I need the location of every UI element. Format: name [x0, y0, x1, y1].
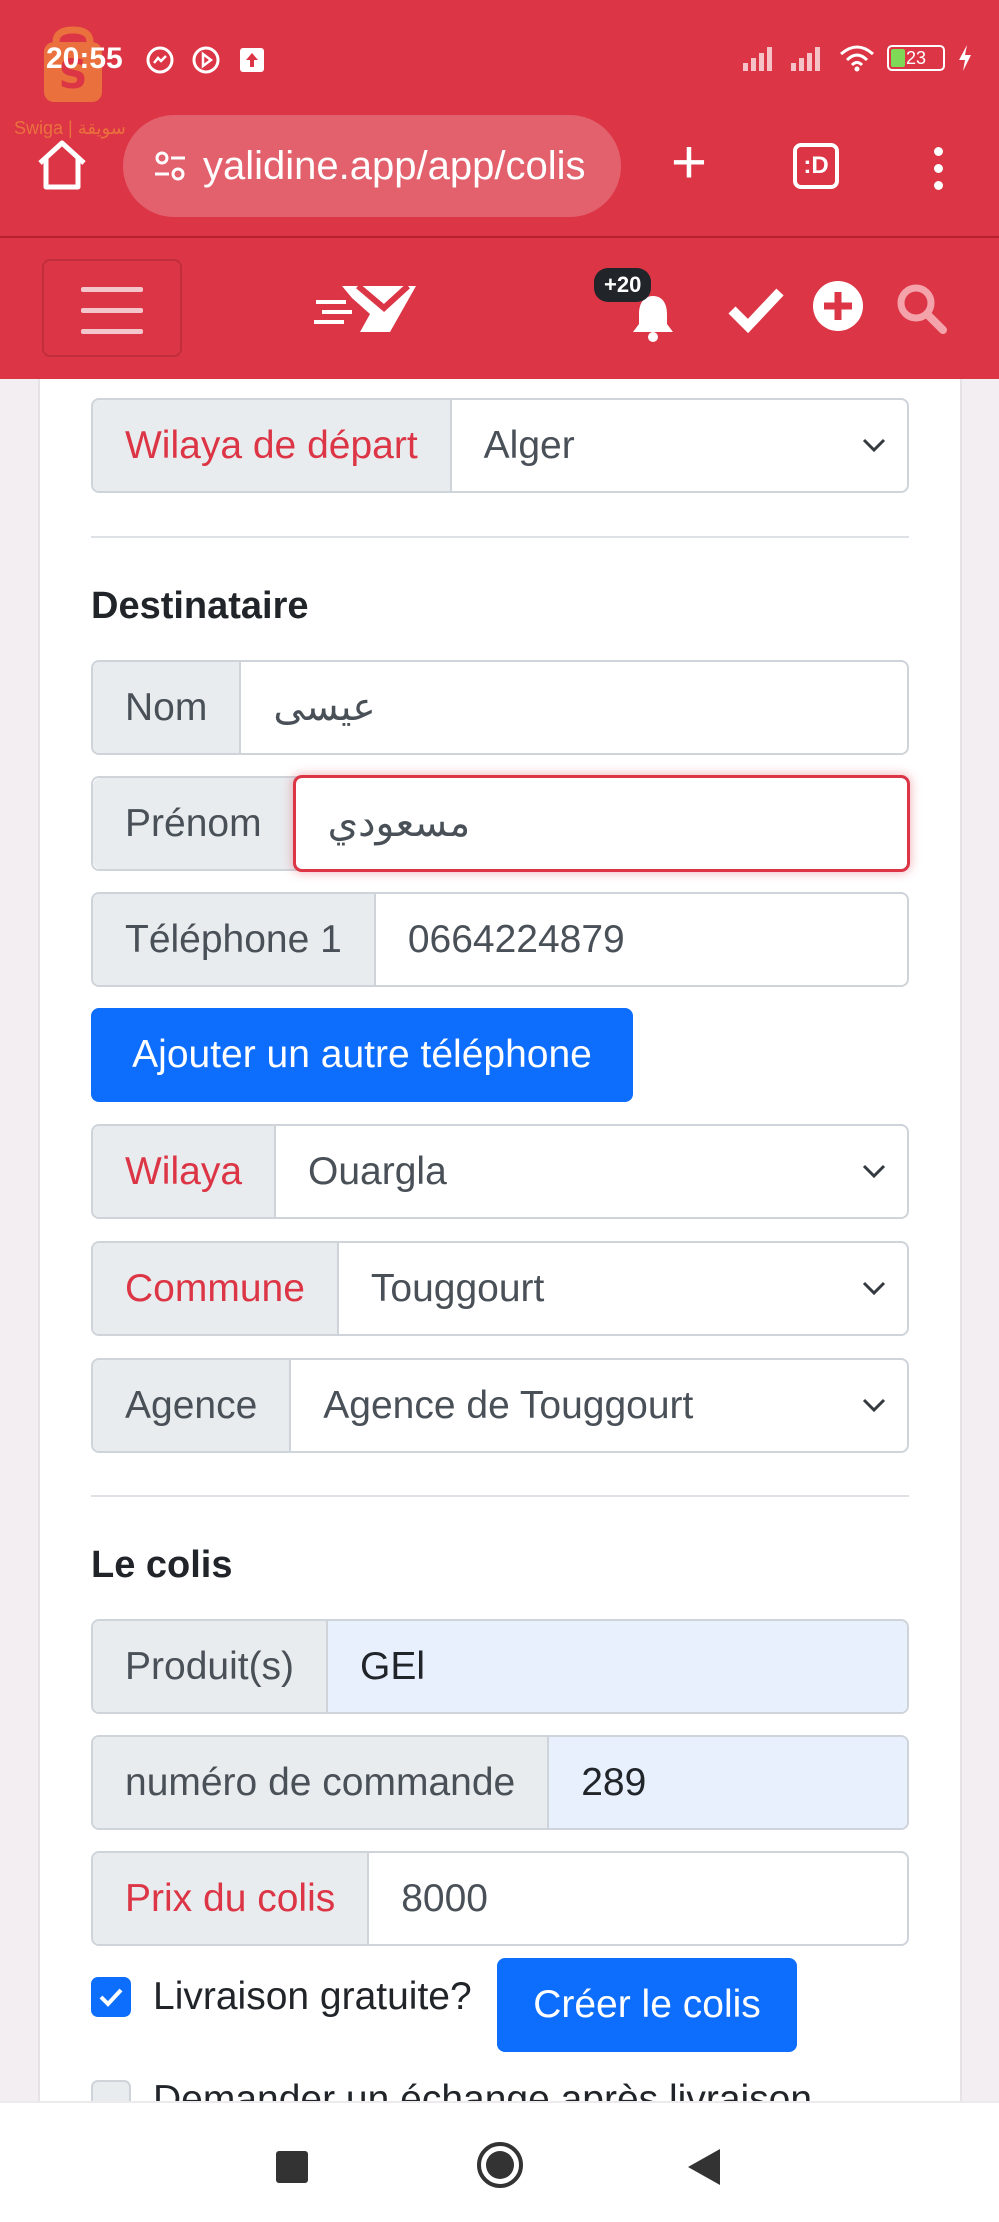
create-colis-button[interactable]: Créer le colis: [497, 1958, 797, 2052]
address-bar[interactable]: yalidine.app/app/colis: [123, 115, 621, 217]
chevron-down-icon: [862, 438, 886, 453]
check-icon[interactable]: [728, 286, 784, 334]
commune-value: Touggourt: [370, 1266, 545, 1310]
agence-group: Agence Agence de Touggourt: [91, 1358, 909, 1453]
home-icon[interactable]: [34, 137, 90, 193]
messenger-icon: [146, 46, 174, 74]
charging-icon: [959, 45, 971, 71]
commune-group: Commune Touggourt: [91, 1241, 909, 1336]
commune-select[interactable]: Touggourt: [339, 1243, 907, 1334]
media-icon: [192, 46, 220, 74]
add-phone-button[interactable]: Ajouter un autre téléphone: [91, 1008, 633, 1102]
agence-value: Agence de Touggourt: [323, 1383, 694, 1427]
more-menu-icon[interactable]: [918, 143, 958, 193]
wilaya-label: Wilaya: [93, 1126, 277, 1217]
prenom-group: Prénom مسعودي: [91, 775, 911, 872]
wilaya-depart-label: Wilaya de départ: [93, 400, 452, 491]
livraison-gratuite-checkbox[interactable]: [91, 1977, 131, 2017]
browser-chrome: S Swiga | سويقة 20:55 23 yalidine.app/ap…: [0, 0, 999, 238]
recents-icon[interactable]: [276, 2151, 308, 2183]
commande-input[interactable]: 289: [549, 1737, 907, 1828]
prix-input[interactable]: 8000: [369, 1853, 907, 1944]
prix-label: Prix du colis: [93, 1853, 370, 1944]
agence-label: Agence: [93, 1360, 292, 1451]
chevron-down-icon: [862, 1281, 886, 1296]
wifi-icon: [840, 45, 874, 72]
battery-level: 23: [905, 48, 927, 68]
divider: [91, 1495, 909, 1497]
home-circle-icon[interactable]: [476, 2141, 524, 2189]
status-time: 20:55: [46, 42, 123, 75]
commande-label: numéro de commande: [93, 1737, 550, 1828]
upload-icon: [240, 48, 264, 72]
livraison-gratuite-label[interactable]: Livraison gratuite?: [153, 1975, 472, 2019]
add-circle-icon[interactable]: [812, 280, 864, 332]
chevron-down-icon: [862, 1164, 886, 1179]
produits-group: Produit(s) GEl: [91, 1619, 909, 1714]
telephone-group: Téléphone 1 0664224879: [91, 892, 909, 987]
battery-icon: 23: [887, 45, 945, 71]
nom-input[interactable]: عيسى: [241, 662, 907, 753]
destinataire-heading: Destinataire: [91, 585, 309, 627]
commande-group: numéro de commande 289: [91, 1735, 909, 1830]
notifications-button[interactable]: +20: [594, 268, 684, 348]
wilaya-depart-group: Wilaya de départ Alger: [91, 398, 909, 493]
colis-heading: Le colis: [91, 1544, 233, 1586]
wilaya-select[interactable]: Ouargla: [276, 1126, 907, 1217]
wilaya-value: Ouargla: [308, 1149, 447, 1193]
menu-toggle-button[interactable]: [42, 259, 182, 357]
browser-toolbar: yalidine.app/app/colis + :D: [0, 115, 999, 220]
notification-count-badge: +20: [594, 268, 652, 302]
nom-group: Nom عيسى: [91, 660, 909, 755]
wilaya-group: Wilaya Ouargla: [91, 1124, 909, 1219]
livraison-gratuite-row: Livraison gratuite?: [91, 1975, 472, 2019]
telephone-label: Téléphone 1: [93, 894, 376, 985]
commune-label: Commune: [93, 1243, 339, 1334]
url-text: yalidine.app/app/colis: [203, 144, 586, 188]
prix-group: Prix du colis 8000: [91, 1851, 909, 1946]
system-nav-bar: [0, 2101, 999, 2222]
status-bar: 20:55 23: [0, 30, 999, 90]
new-tab-icon[interactable]: +: [664, 132, 714, 194]
agence-select[interactable]: Agence de Touggourt: [291, 1360, 907, 1451]
site-settings-icon[interactable]: [153, 149, 187, 183]
form-card: [38, 379, 962, 2101]
yalidine-logo[interactable]: [312, 278, 422, 340]
produits-input[interactable]: GEl: [328, 1621, 907, 1712]
produits-label: Produit(s): [93, 1621, 329, 1712]
nom-label: Nom: [93, 662, 242, 753]
tabs-button[interactable]: :D: [793, 143, 839, 189]
signal-icon: [743, 47, 772, 71]
prenom-label: Prénom: [93, 778, 296, 869]
prenom-input[interactable]: مسعودي: [292, 775, 911, 872]
checkmark-icon: [99, 1988, 123, 2007]
app-navbar: +20: [0, 238, 999, 379]
search-icon[interactable]: [893, 280, 949, 336]
signal-icon-2: [791, 47, 820, 71]
divider: [91, 536, 909, 538]
wilaya-depart-value: Alger: [483, 423, 575, 467]
chevron-down-icon: [862, 1398, 886, 1413]
telephone-input[interactable]: 0664224879: [376, 894, 907, 985]
back-icon[interactable]: [686, 2147, 722, 2187]
wilaya-depart-select[interactable]: Alger: [452, 400, 907, 491]
